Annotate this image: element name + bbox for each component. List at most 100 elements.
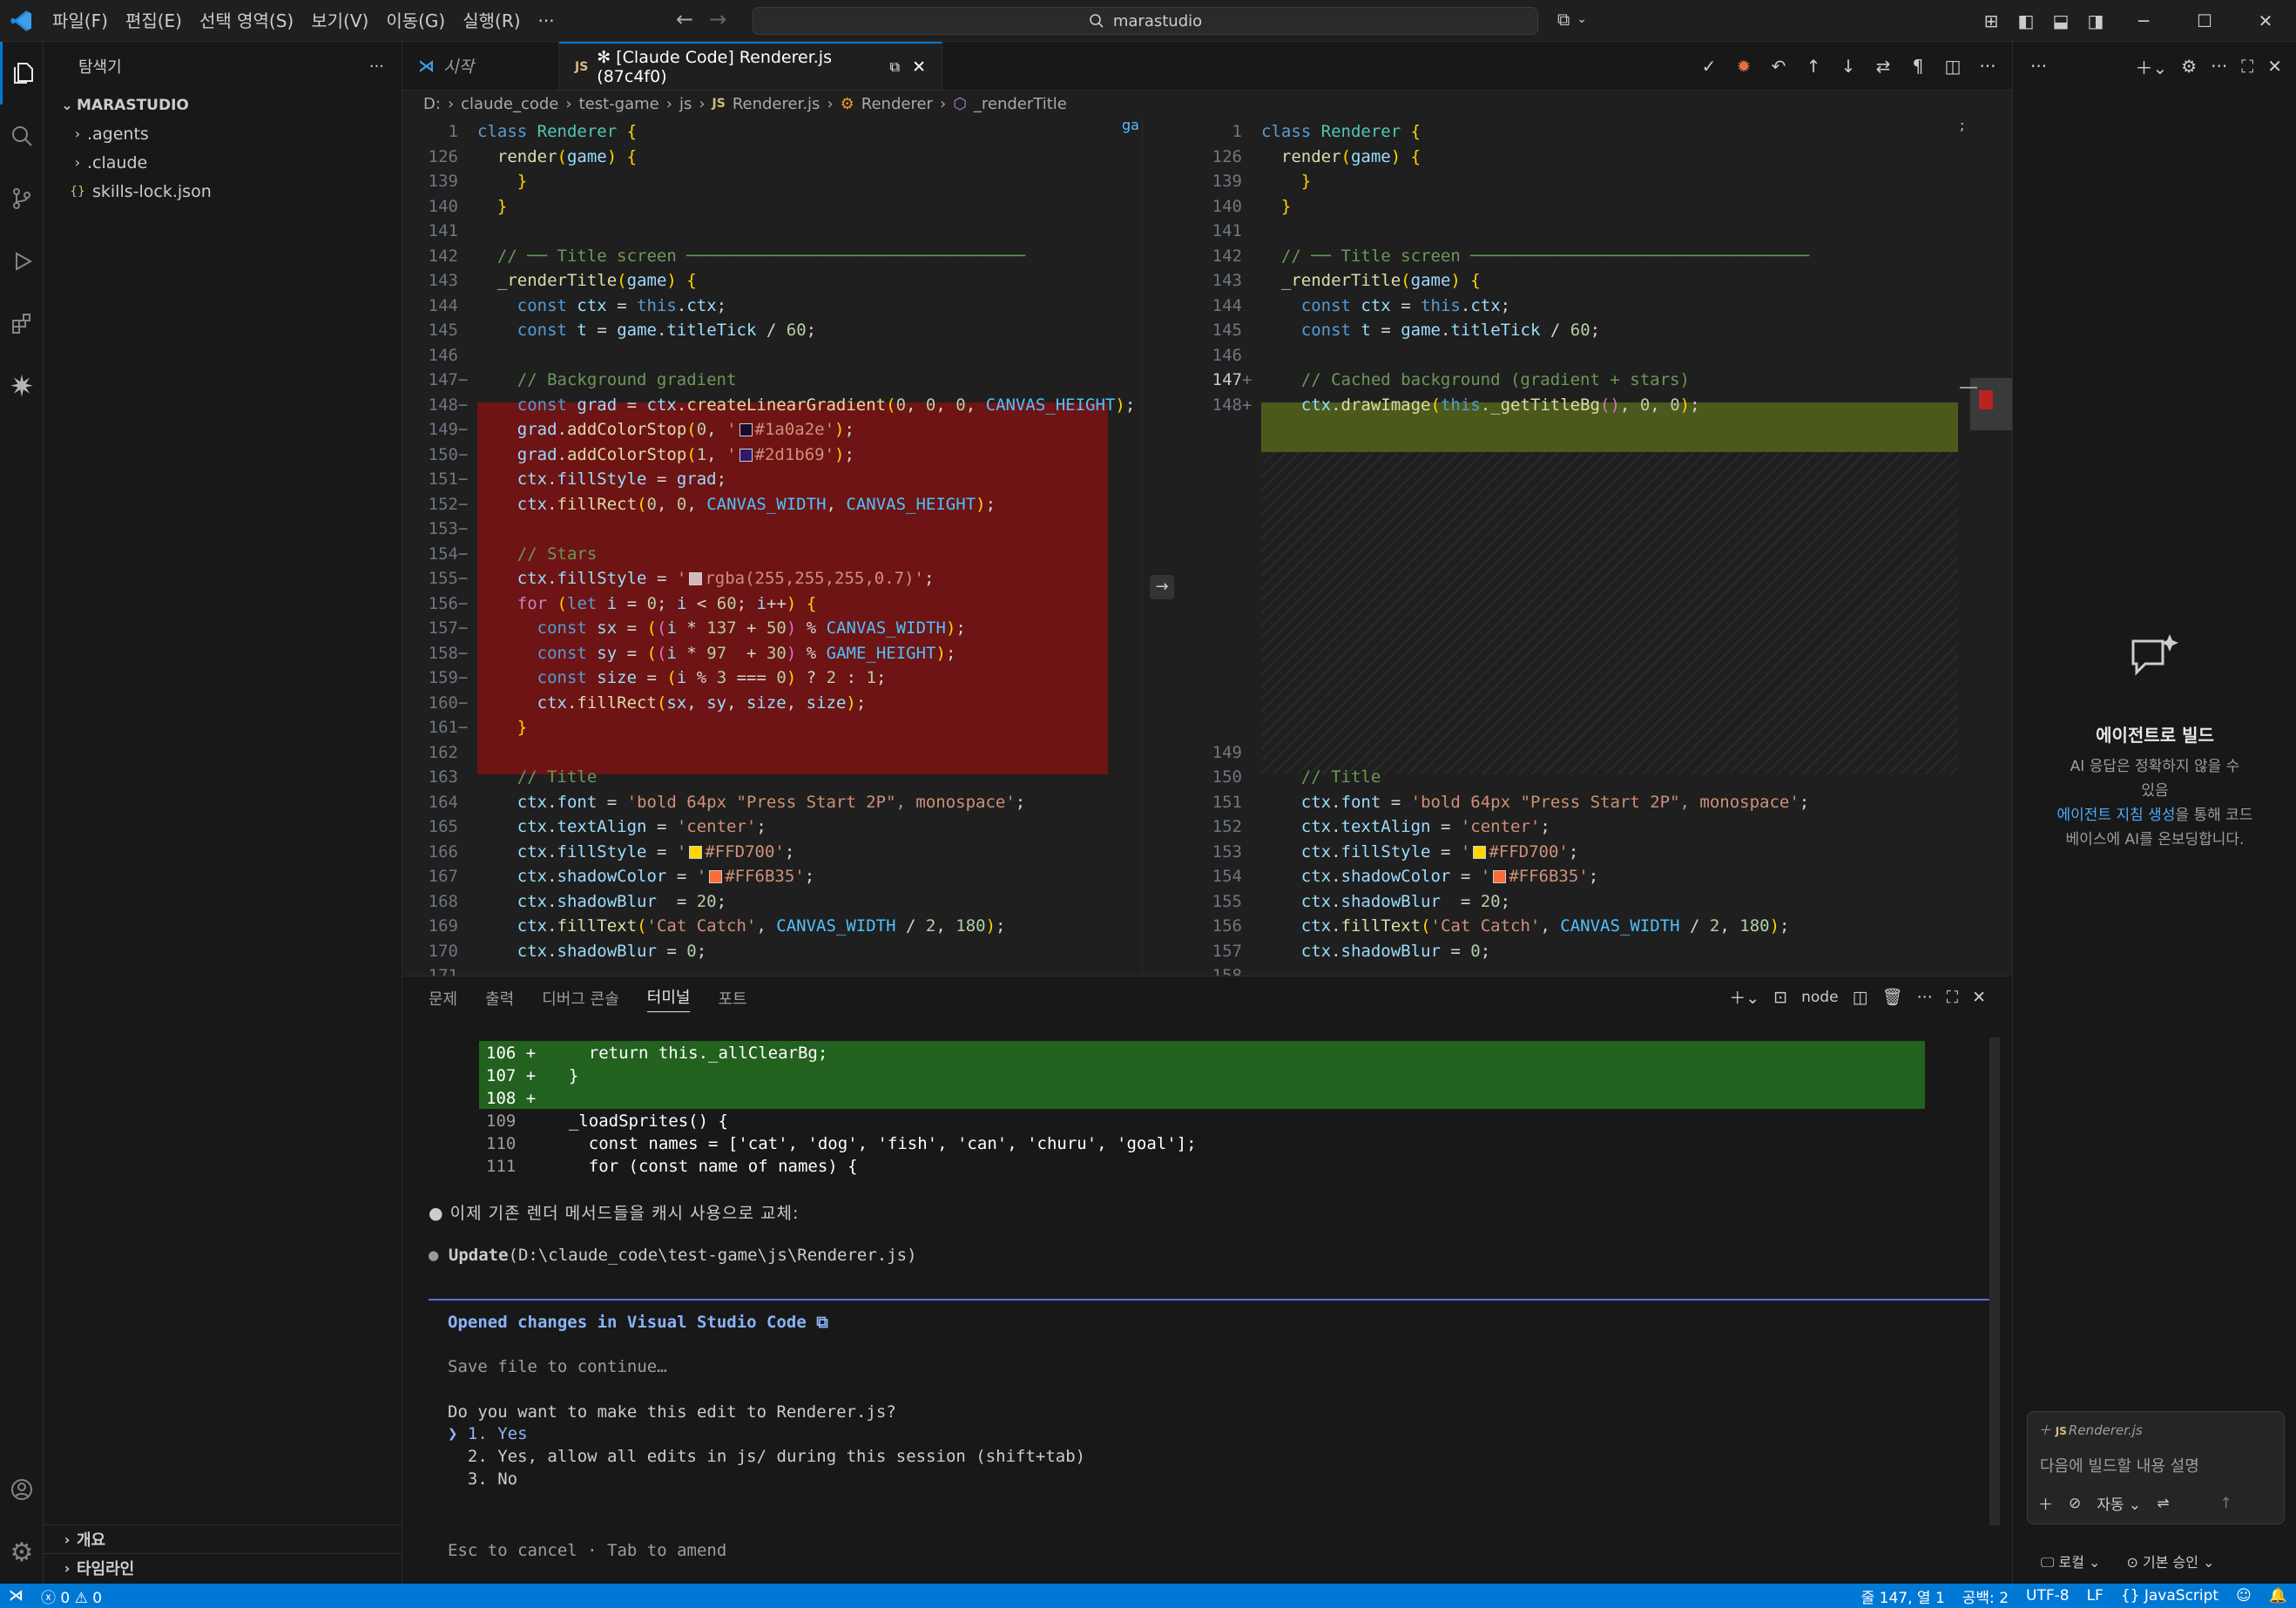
source-control-icon[interactable] (0, 167, 44, 230)
breadcrumb-item[interactable]: test-game (579, 95, 659, 113)
more-actions-icon[interactable]: ··· (369, 57, 384, 76)
command-center-search[interactable]: marastudio (753, 7, 1538, 35)
previous-change-icon[interactable]: ↑ (1798, 56, 1829, 77)
mode-dropdown[interactable]: 자동 ⌄ (2097, 1492, 2141, 1514)
forward-arrow-icon[interactable]: → (709, 7, 726, 31)
swap-icon[interactable]: ⇄ (1867, 56, 1899, 77)
diff-original-pane[interactable]: ga 1 class Renderer {126 render(game) {13… (402, 117, 1186, 1016)
diff-modified-pane[interactable]: ; 1 class Renderer {126 render(game) {139… (1186, 117, 2012, 1016)
claude-sparkle-icon[interactable]: ✷ (0, 355, 44, 418)
chat-more-actions-icon[interactable]: ··· (2211, 56, 2227, 77)
split-terminal-icon[interactable]: ◫ (1853, 988, 1868, 1007)
chevron-down-icon[interactable]: ⌄ (1577, 12, 1587, 26)
new-terminal-icon[interactable]: ＋⌄ (1729, 985, 1759, 1009)
maximize-icon[interactable]: ☐ (2174, 10, 2235, 31)
tree-item-skills-lock[interactable]: {} skills-lock.json (44, 177, 402, 206)
option-no[interactable]: 3. No (448, 1469, 517, 1489)
new-chat-icon[interactable]: ＋⌄ (2135, 54, 2167, 79)
menu-file[interactable]: 파일(F) (44, 0, 117, 42)
claude-sparkle-icon[interactable]: ✹ (1728, 56, 1759, 77)
menu-run[interactable]: 실행(R) (454, 0, 529, 42)
toggle-secondary-sidebar-icon[interactable]: ◨ (2078, 10, 2113, 31)
close-panel-icon[interactable]: ✕ (1972, 988, 1986, 1007)
minimize-icon[interactable]: ─ (2113, 10, 2174, 31)
split-editor-icon[interactable]: ◫ (1937, 56, 1968, 77)
agent-guide-link[interactable]: 에이전트 지침 생성 (2057, 807, 2176, 824)
toggle-panel-icon[interactable]: ⬓ (2043, 10, 2078, 31)
revert-block-arrow-icon[interactable]: → (1150, 575, 1174, 599)
option-yes-all[interactable]: 2. Yes, allow all edits in js/ during th… (448, 1447, 1085, 1466)
breadcrumb-item[interactable]: Renderer.js (733, 95, 820, 113)
encoding[interactable]: UTF-8 (2017, 1587, 2078, 1605)
chat-input-placeholder[interactable]: 다음에 빌드할 내용 설명 (2040, 1454, 2199, 1476)
minimap-slider[interactable] (1960, 378, 2012, 430)
breadcrumb-item[interactable]: js (679, 95, 692, 113)
chat-input-box[interactable]: ＋ JS Renderer.js 다음에 빌드할 내용 설명 ＋ ⊘ 자동 ⌄ ⇌… (2027, 1411, 2285, 1524)
attach-icon[interactable]: ＋ (2038, 1492, 2053, 1514)
config-icon[interactable]: ⇌ (2157, 1495, 2169, 1512)
breadcrumb-item[interactable]: claude_code (461, 95, 558, 113)
maximize-chat-icon[interactable]: ⛶ (2241, 56, 2253, 77)
tab-ports[interactable]: 포트 (718, 987, 746, 1010)
settings-gear-icon[interactable]: ⚙ (0, 1521, 44, 1584)
extensions-icon[interactable] (0, 293, 44, 355)
close-tab-icon[interactable]: ✕ (912, 57, 926, 77)
search-view-icon[interactable] (0, 105, 44, 167)
timeline-section[interactable]: › 타임라인 (44, 1553, 402, 1582)
option-yes[interactable]: ❯ 1. Yes (448, 1424, 528, 1443)
toggle-sidebar-icon[interactable]: ◧ (2009, 10, 2043, 31)
panel-more-icon[interactable]: ··· (1917, 988, 1933, 1007)
tab-terminal[interactable]: 터미널 (646, 985, 691, 1012)
tab-start[interactable]: ⋊ 시작 (402, 42, 559, 90)
back-arrow-icon[interactable]: ← (676, 7, 693, 31)
accept-check-icon[interactable]: ✓ (1693, 56, 1725, 77)
tab-output[interactable]: 출력 (485, 987, 514, 1010)
add-context-icon[interactable]: ＋ (2038, 1422, 2051, 1438)
send-icon[interactable]: ↑ (2219, 1495, 2232, 1512)
tools-icon[interactable]: ⊘ (2069, 1495, 2081, 1512)
breadcrumb-item[interactable]: _renderTitle (974, 95, 1067, 113)
tab-debug-console[interactable]: 디버그 콘솔 (542, 987, 619, 1010)
copilot-icon[interactable]: ☺ (2227, 1587, 2260, 1605)
indentation[interactable]: 공백: 2 (1954, 1585, 2017, 1607)
close-window-icon[interactable]: ✕ (2235, 10, 2296, 31)
menu-selection[interactable]: 선택 영역(S) (191, 0, 302, 42)
next-change-icon[interactable]: ↓ (1833, 56, 1864, 77)
trash-icon[interactable]: 🗑 (1882, 987, 1903, 1007)
menu-edit[interactable]: 편집(E) (117, 0, 191, 42)
terminal-shell-icon[interactable]: ⊡ (1773, 988, 1787, 1007)
breadcrumb-item[interactable]: D: (423, 95, 441, 113)
explorer-icon[interactable] (0, 42, 44, 105)
end-of-line[interactable]: LF (2078, 1587, 2112, 1605)
close-chat-icon[interactable]: ✕ (2267, 56, 2282, 77)
menu-view[interactable]: 보기(V) (302, 0, 377, 42)
run-debug-icon[interactable] (0, 230, 44, 293)
chat-settings-icon[interactable]: ⚙ (2181, 56, 2197, 77)
outline-section[interactable]: › 개요 (44, 1524, 402, 1553)
copy-icon[interactable]: ⧉ (890, 58, 900, 76)
approval-dropdown[interactable]: ⊙ 기본 승인 ⌄ (2126, 1551, 2214, 1571)
editor-more-icon[interactable]: ··· (1972, 56, 2003, 77)
language-mode[interactable]: {} JavaScript (2112, 1587, 2227, 1605)
tree-item-claude[interactable]: › .claude (44, 148, 402, 177)
problems-status[interactable]: ⓧ 0 ⚠ 0 (32, 1585, 111, 1607)
layout-customize-icon[interactable]: ⊞ (1974, 10, 2009, 31)
terminal-shell-label[interactable]: node (1801, 989, 1838, 1006)
cursor-position[interactable]: 줄 147, 열 1 (1853, 1585, 1954, 1607)
tab-problems[interactable]: 문제 (429, 987, 457, 1010)
menu-go[interactable]: 이동(G) (377, 0, 454, 42)
remote-icon[interactable]: ⋊ (0, 1587, 32, 1605)
context-file-chip[interactable]: Renderer.js (2069, 1422, 2143, 1438)
pilcrow-icon[interactable]: ¶ (1902, 56, 1934, 77)
workspace-root[interactable]: ⌄ MARASTUDIO (44, 91, 402, 119)
copilot-chat-icon[interactable]: ⧉ (1557, 9, 1570, 30)
account-icon[interactable] (0, 1458, 44, 1521)
revert-icon[interactable]: ↶ (1763, 56, 1794, 77)
notifications-icon[interactable]: 🔔 (2260, 1587, 2296, 1605)
terminal-scrollbar[interactable] (1989, 1037, 2000, 1525)
tab-renderer-diff[interactable]: JS ✻ [Claude Code] Renderer.js (87c4f0) … (559, 42, 942, 90)
chat-more-icon[interactable]: ··· (2030, 56, 2047, 77)
maximize-panel-icon[interactable]: ⛶ (1947, 988, 1958, 1007)
breadcrumb-item[interactable]: Renderer (861, 95, 933, 113)
menu-more[interactable]: ··· (530, 0, 564, 42)
